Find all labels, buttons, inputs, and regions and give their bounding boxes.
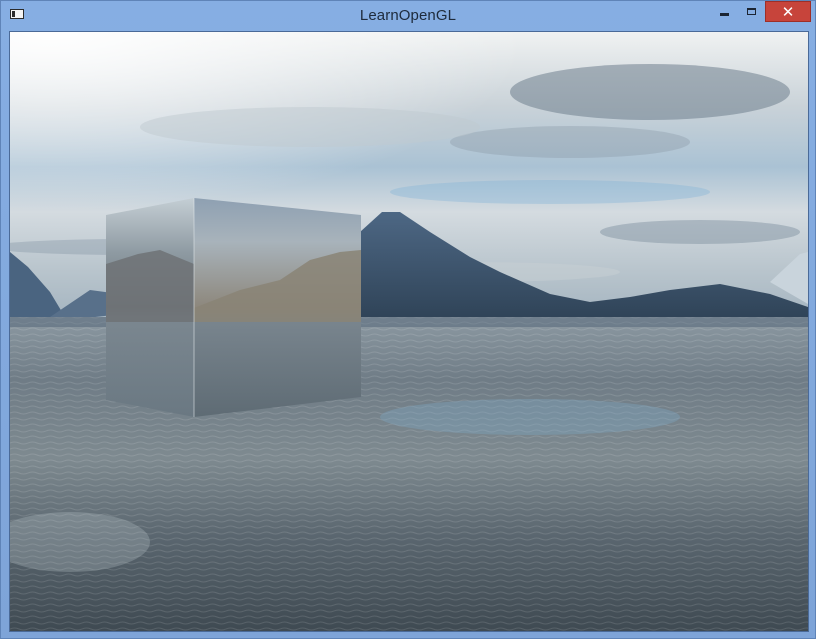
opengl-render-viewport[interactable] <box>9 31 809 632</box>
maximize-button[interactable] <box>738 1 764 22</box>
application-window: LearnOpenGL ✕ <box>0 0 816 639</box>
minimize-icon <box>719 13 729 16</box>
rendered-scene <box>10 32 808 631</box>
title-bar[interactable]: LearnOpenGL ✕ <box>1 1 815 31</box>
minimize-button[interactable] <box>711 1 737 22</box>
maximize-icon <box>746 8 756 15</box>
close-button[interactable]: ✕ <box>765 1 811 22</box>
close-icon: ✕ <box>781 2 795 21</box>
window-title: LearnOpenGL <box>359 7 457 24</box>
